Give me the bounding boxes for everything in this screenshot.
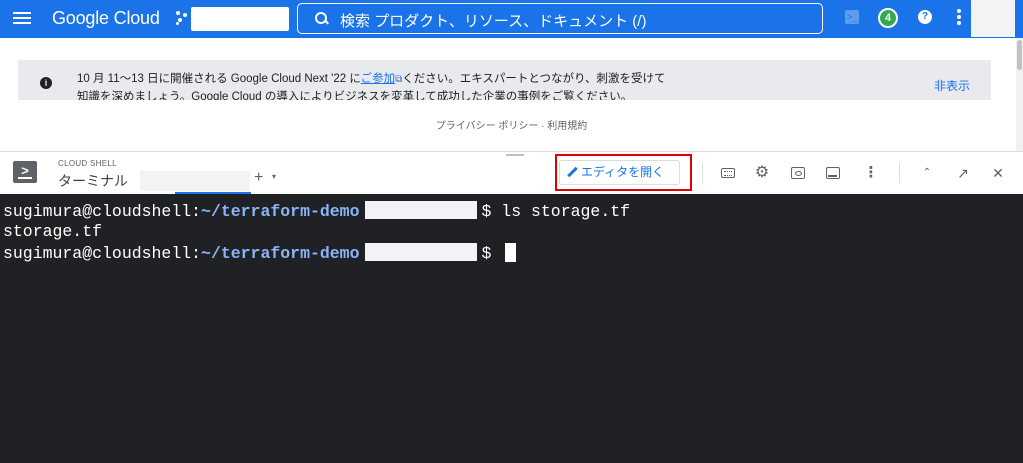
open-new-window-icon[interactable]: ↗ bbox=[954, 164, 972, 182]
gear-icon[interactable]: ⚙ bbox=[753, 164, 771, 182]
search-input[interactable]: 検索 プロダクト、リソース、ドキュメント (/) bbox=[297, 3, 823, 34]
restore-size-icon[interactable]: ⌃ bbox=[918, 164, 936, 182]
banner-area: i 10 月 11〜13 日に開催される Google Cloud Next '… bbox=[0, 38, 1016, 100]
project-selector[interactable] bbox=[191, 7, 289, 31]
pencil-icon bbox=[567, 167, 577, 177]
keyboard-icon[interactable] bbox=[719, 164, 737, 182]
notifications-badge[interactable]: 4 bbox=[878, 8, 898, 28]
page-scrollbar[interactable] bbox=[1016, 38, 1023, 158]
project-picker-icon[interactable] bbox=[176, 10, 190, 26]
cloud-shell-toolbar: > CLOUD SHELL ターミナル + ▾ エディタを開く ⚙ ⋮ ⌃ ↗ … bbox=[0, 151, 1023, 195]
close-icon[interactable]: ✕ bbox=[989, 164, 1007, 182]
terminal[interactable]: sugimura@cloudshell:~/terraform-demo $ ls… bbox=[0, 194, 1023, 463]
session-tab[interactable] bbox=[140, 171, 250, 191]
web-preview-icon[interactable] bbox=[789, 164, 807, 182]
join-link[interactable]: ご参加 bbox=[361, 73, 396, 85]
search-placeholder: 検索 プロダクト、リソース、ドキュメント (/) bbox=[340, 13, 647, 30]
minimize-panel-icon[interactable] bbox=[824, 164, 842, 182]
cloud-shell-logo-icon: > bbox=[13, 161, 37, 183]
more-options-icon[interactable] bbox=[957, 9, 961, 25]
add-tab-button[interactable]: + bbox=[254, 169, 263, 187]
hamburger-menu-icon[interactable] bbox=[13, 10, 33, 26]
tab-menu-chevron-down-icon[interactable]: ▾ bbox=[272, 172, 276, 181]
redacted-project-id bbox=[365, 201, 478, 219]
google-cloud-logo[interactable]: Google Cloud bbox=[52, 8, 160, 29]
info-icon: i bbox=[40, 77, 52, 89]
account-avatar[interactable] bbox=[971, 0, 1015, 37]
more-vert-icon[interactable]: ⋮ bbox=[862, 164, 880, 182]
terminal-line: sugimura@cloudshell:~/terraform-demo $ ls… bbox=[3, 201, 631, 221]
toolbar-divider bbox=[702, 163, 703, 183]
top-app-bar: Google Cloud 検索 プロダクト、リソース、ドキュメント (/) >_… bbox=[0, 0, 1023, 38]
announcement-banner: i 10 月 11〜13 日に開催される Google Cloud Next '… bbox=[18, 60, 991, 100]
dismiss-banner-button[interactable]: 非表示 bbox=[934, 77, 970, 94]
banner-text-line2: 知識を深めましょう。Google Cloud の導入によりビジネスを変革して成功… bbox=[77, 91, 633, 100]
terminal-line: storage.tf bbox=[3, 222, 103, 241]
banner-text-line1: 10 月 11〜13 日に開催される Google Cloud Next '22… bbox=[77, 73, 666, 85]
activate-cloud-shell-icon[interactable]: >_ bbox=[845, 10, 859, 24]
redacted-project-id bbox=[365, 243, 478, 261]
terminal-line: sugimura@cloudshell:~/terraform-demo $ bbox=[3, 243, 517, 264]
cloud-shell-label: CLOUD SHELL bbox=[58, 159, 117, 168]
toolbar-divider bbox=[899, 163, 900, 183]
privacy-terms-links[interactable]: プライバシー ポリシー · 利用規約 bbox=[0, 117, 1023, 132]
terminal-cursor bbox=[505, 243, 517, 262]
help-icon[interactable]: ? bbox=[918, 10, 932, 24]
tab-terminal[interactable]: ターミナル bbox=[58, 171, 128, 191]
resize-handle[interactable] bbox=[506, 154, 524, 156]
open-editor-label: エディタを開く bbox=[581, 165, 665, 179]
open-editor-button[interactable]: エディタを開く bbox=[559, 160, 680, 185]
search-icon bbox=[315, 12, 328, 25]
